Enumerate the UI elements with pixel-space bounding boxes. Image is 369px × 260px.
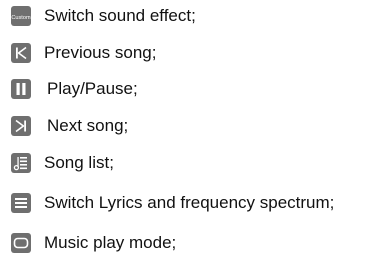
icon-legend: Custom Switch sound effect; Previous son… (0, 0, 369, 260)
next-song-icon (10, 115, 32, 137)
legend-label-sound-effect: Switch sound effect; (44, 6, 196, 25)
lyrics-spectrum-icon (10, 192, 32, 214)
play-mode-icon (10, 232, 32, 254)
legend-label-play-mode: Music play mode; (44, 233, 177, 252)
song-list-icon (10, 152, 32, 174)
custom-sound-icon: Custom (10, 5, 32, 27)
legend-label-next-song: Next song; (47, 116, 129, 135)
legend-label-play-pause: Play/Pause; (47, 79, 138, 98)
legend-label-song-list: Song list; (44, 153, 114, 172)
custom-icon-text: Custom (11, 15, 31, 21)
play-pause-icon (10, 78, 32, 100)
previous-song-icon (10, 42, 32, 64)
legend-label-lyrics-spectrum: Switch Lyrics and frequency spectrum; (44, 193, 335, 212)
legend-label-previous-song: Previous song; (44, 43, 157, 62)
